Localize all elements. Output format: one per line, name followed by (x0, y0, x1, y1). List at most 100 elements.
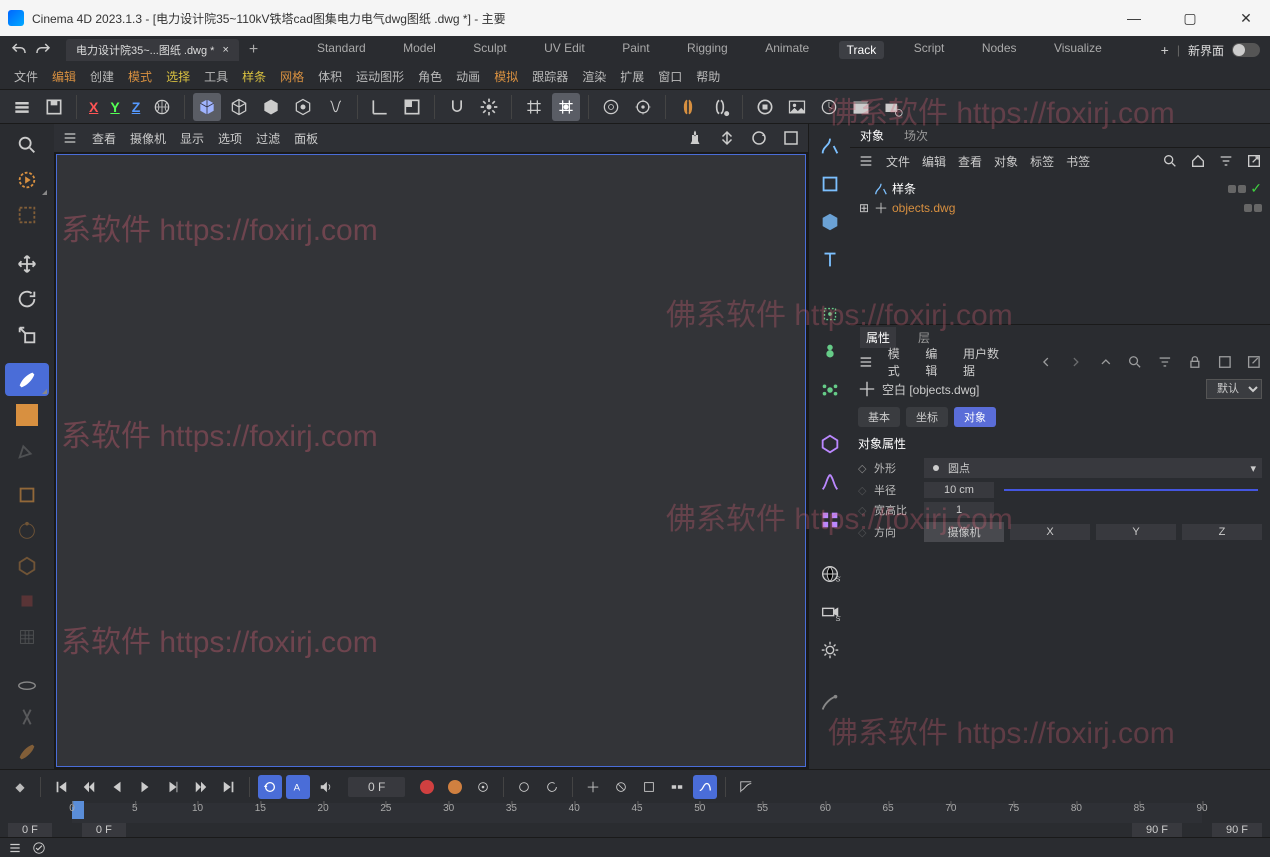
symmetry-settings-icon[interactable] (706, 93, 734, 121)
attr-back-icon[interactable] (1038, 354, 1054, 370)
range-preview-end[interactable]: 90 F (1132, 823, 1182, 837)
menu-tracker[interactable]: 跟踪器 (532, 68, 568, 85)
clapper-settings-icon[interactable] (879, 93, 907, 121)
orient-x-button[interactable]: X (1010, 524, 1090, 540)
cube-wire-icon[interactable] (225, 93, 253, 121)
minimize-button[interactable]: — (1118, 10, 1150, 27)
workplane-icon[interactable] (5, 665, 49, 698)
subtab-object[interactable]: 对象 (954, 407, 996, 427)
redo-icon[interactable] (34, 41, 52, 59)
sound-icon[interactable] (314, 775, 338, 799)
layout-rigging[interactable]: Rigging (679, 41, 736, 59)
scale-tool-icon[interactable] (5, 318, 49, 351)
key-spline-icon[interactable] (693, 775, 717, 799)
layout-animate[interactable]: Animate (757, 41, 817, 59)
point-mode-icon[interactable] (5, 514, 49, 547)
axis-y-toggle[interactable]: Y (106, 99, 123, 115)
key-pos-icon[interactable] (512, 775, 536, 799)
menu-tools[interactable]: 工具 (204, 68, 228, 85)
menu-select[interactable]: 选择 (166, 68, 190, 85)
menu-mode[interactable]: 模式 (128, 68, 152, 85)
key-param-icon[interactable] (637, 775, 661, 799)
model-mode-icon[interactable] (5, 478, 49, 511)
attr-menu-userdata[interactable]: 用户数据 (963, 345, 1010, 379)
menu-render[interactable]: 渲染 (582, 68, 606, 85)
rect-select-icon[interactable] (5, 199, 49, 232)
obj-menu-bookmarks[interactable]: 书签 (1066, 153, 1090, 170)
fcurve-icon[interactable] (734, 775, 758, 799)
render-view-icon[interactable] (751, 93, 779, 121)
move-tool-icon[interactable] (5, 247, 49, 280)
vp-menu-display[interactable]: 显示 (180, 130, 204, 147)
layout-model[interactable]: Model (395, 41, 444, 59)
world-axis-icon[interactable] (148, 93, 176, 121)
layout-standard[interactable]: Standard (309, 41, 374, 59)
coord-origin-icon[interactable] (366, 93, 394, 121)
menu-mograph[interactable]: 运动图形 (356, 68, 404, 85)
menu-mesh[interactable]: 网格 (280, 68, 304, 85)
obj-menu-file[interactable]: 文件 (886, 153, 910, 170)
radius-input[interactable]: 10 cm (924, 482, 994, 498)
light-icon[interactable]: ST (814, 596, 846, 628)
tab-takes[interactable]: 场次 (904, 127, 928, 144)
render-settings-icon[interactable] (629, 93, 657, 121)
shape-select[interactable]: 圆点 ▾ (924, 458, 1262, 478)
tab-object[interactable]: 对象 (860, 127, 884, 144)
live-select-icon[interactable] (5, 163, 49, 196)
loop-icon[interactable] (258, 775, 282, 799)
panel-popout-icon[interactable] (1246, 153, 1262, 169)
subdivision-icon[interactable] (289, 93, 317, 121)
axis-x-toggle[interactable]: X (85, 99, 102, 115)
layout-nodes[interactable]: Nodes (974, 41, 1025, 59)
layout-paint[interactable]: Paint (614, 41, 657, 59)
vp-menu-view[interactable]: 查看 (92, 130, 116, 147)
snap-settings-icon[interactable] (475, 93, 503, 121)
layout-sculpt[interactable]: Sculpt (465, 41, 514, 59)
orient-camera-button[interactable]: 摄像机 (924, 522, 1004, 542)
attr-popout-icon[interactable] (1246, 354, 1262, 370)
axis-lock-icon[interactable] (5, 700, 49, 733)
text-icon[interactable] (814, 244, 846, 276)
material-icon[interactable] (814, 688, 846, 720)
deformer-group-icon[interactable] (814, 466, 846, 498)
menu-simulate[interactable]: 模拟 (494, 68, 518, 85)
keyframe-diamond-icon[interactable]: ◆ (8, 775, 32, 799)
cube-icon[interactable] (814, 206, 846, 238)
texture-mode-icon[interactable] (5, 620, 49, 653)
render-queue-icon[interactable] (815, 93, 843, 121)
prev-frame-icon[interactable] (105, 775, 129, 799)
camera-icon[interactable]: ST (814, 558, 846, 590)
deformer-icon[interactable] (321, 93, 349, 121)
vp-pan-icon[interactable] (686, 129, 704, 147)
layout-track[interactable]: Track (839, 41, 885, 59)
obj-menu-view[interactable]: 查看 (958, 153, 982, 170)
layout-script[interactable]: Script (906, 41, 953, 59)
extrude-icon[interactable] (814, 298, 846, 330)
document-tab-close[interactable]: × (222, 44, 228, 56)
keyframe-dot-icon[interactable]: ◇ (858, 462, 868, 475)
sun-icon[interactable] (814, 634, 846, 666)
status-burger-icon[interactable] (8, 841, 22, 855)
tree-label-dwg[interactable]: objects.dwg (892, 201, 1240, 215)
orient-y-button[interactable]: Y (1096, 524, 1176, 540)
ratio-input[interactable]: 1 (924, 502, 994, 518)
radius-slider[interactable] (1004, 489, 1258, 491)
key-pla-icon[interactable] (609, 775, 633, 799)
cube-shaded-icon[interactable] (257, 93, 285, 121)
subtab-basic[interactable]: 基本 (858, 407, 900, 427)
pen-tool-icon[interactable] (5, 434, 49, 467)
attr-new-icon[interactable] (1217, 354, 1233, 370)
viewport-burger-icon[interactable] (62, 130, 78, 146)
vp-maximize-icon[interactable] (782, 129, 800, 147)
vp-menu-camera[interactable]: 摄像机 (130, 130, 166, 147)
menu-create[interactable]: 创建 (90, 68, 114, 85)
next-key-icon[interactable] (189, 775, 213, 799)
visibility-check-icon[interactable]: ✓ (1250, 180, 1262, 197)
preset-select[interactable]: 默认 (1206, 379, 1262, 399)
spline-pen-icon[interactable] (814, 130, 846, 162)
range-end-input[interactable]: 90 F (1212, 823, 1262, 837)
rotate-tool-icon[interactable] (5, 283, 49, 316)
cube-primitive-icon[interactable] (193, 93, 221, 121)
play-icon[interactable] (133, 775, 157, 799)
poly-mode-icon[interactable] (5, 585, 49, 618)
